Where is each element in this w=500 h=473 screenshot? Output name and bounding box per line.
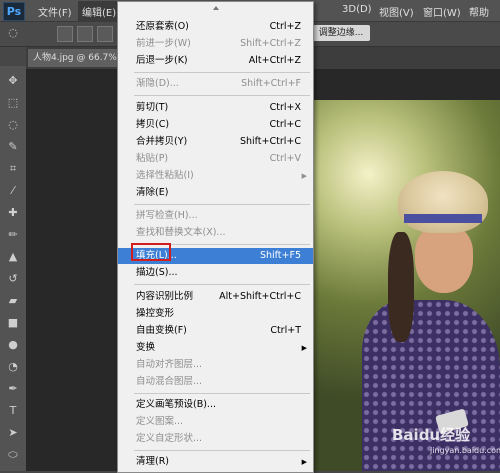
photoshop-logo: Ps: [3, 2, 25, 21]
add-to-selection-icon[interactable]: [77, 26, 93, 42]
pen-tool-icon[interactable]: ✒: [6, 382, 20, 396]
annotation-highlight-box: [131, 243, 171, 261]
menu-separator: [134, 204, 310, 205]
menu-item-stroke[interactable]: 描边(S)...: [118, 265, 313, 281]
menu-item-copy-merged[interactable]: 合并拷贝(Y) Shift+Ctrl+C: [118, 134, 313, 150]
crop-tool-icon[interactable]: ⌗: [6, 162, 20, 176]
menu-item-transform[interactable]: 变换 ▶: [118, 340, 313, 356]
history-brush-icon[interactable]: ↺: [6, 272, 20, 286]
menu-item-find-replace[interactable]: 查找和替换文本(X)...: [118, 225, 313, 241]
menu-window[interactable]: 窗口(W): [423, 4, 461, 19]
menu-item-step-backward[interactable]: 后退一步(K) Alt+Ctrl+Z: [118, 53, 313, 69]
menu-help[interactable]: 帮助: [469, 4, 489, 19]
eraser-icon[interactable]: ▰: [6, 294, 20, 308]
menu-item-step-forward[interactable]: 前进一步(W) Shift+Ctrl+Z: [118, 36, 313, 52]
menu-separator: [134, 95, 310, 96]
scroll-up-icon[interactable]: [213, 6, 219, 10]
photo-hat: [398, 171, 488, 233]
healing-brush-icon[interactable]: ✚: [6, 206, 20, 220]
watermark-text: Baidu经验: [392, 426, 471, 444]
menu-item-puppet-warp[interactable]: 操控变形: [118, 306, 313, 322]
menu-item-paste[interactable]: 粘贴(P) Ctrl+V: [118, 151, 313, 167]
menu-separator: [134, 72, 310, 73]
submenu-arrow-icon: ▶: [301, 458, 307, 466]
move-tool-icon[interactable]: ✥: [6, 74, 20, 88]
shape-tool-icon[interactable]: ⬭: [6, 448, 20, 462]
type-tool-icon[interactable]: T: [6, 404, 20, 418]
quick-selection-icon[interactable]: ✎: [6, 140, 20, 154]
subtract-selection-icon[interactable]: [97, 26, 113, 42]
path-selection-icon[interactable]: ➤: [6, 426, 20, 440]
brush-tool-icon[interactable]: ✏: [6, 228, 20, 242]
menu-item-undo-lasso[interactable]: 还原套索(O) Ctrl+Z: [118, 19, 313, 35]
menu-item-define-pattern[interactable]: 定义图案...: [118, 414, 313, 430]
menu-view[interactable]: 视图(V): [379, 4, 414, 19]
menu-item-content-aware-scale[interactable]: 内容识别比例 Alt+Shift+Ctrl+C: [118, 289, 313, 305]
menu-separator: [134, 284, 310, 285]
watermark-url: jingyan.baidu.com: [430, 446, 500, 455]
menu-item-purge[interactable]: 清理(R) ▶: [118, 454, 313, 470]
clone-stamp-icon[interactable]: ▲: [6, 250, 20, 264]
photo-face: [415, 225, 473, 293]
submenu-arrow-icon: ▶: [301, 172, 307, 180]
refine-edge-button[interactable]: 调整边缘...: [312, 25, 370, 41]
menu-item-clear[interactable]: 清除(E): [118, 185, 313, 201]
menu-item-copy[interactable]: 拷贝(C) Ctrl+C: [118, 117, 313, 133]
submenu-arrow-icon: ▶: [301, 344, 307, 352]
photo-hair: [388, 232, 414, 342]
menu-separator: [134, 450, 310, 451]
menu-file[interactable]: 文件(F): [38, 4, 72, 19]
menu-item-define-brush[interactable]: 定义画笔预设(B)...: [118, 397, 313, 413]
new-selection-icon[interactable]: [57, 26, 73, 42]
menu-item-cut[interactable]: 剪切(T) Ctrl+X: [118, 100, 313, 116]
menu-separator: [134, 393, 310, 394]
blur-tool-icon[interactable]: ●: [6, 338, 20, 352]
marquee-tool-icon[interactable]: ⬚: [6, 96, 20, 110]
dodge-tool-icon[interactable]: ◔: [6, 360, 20, 374]
document-tab[interactable]: 人物4.jpg @ 66.7%: [28, 49, 128, 67]
eyedropper-icon[interactable]: ⁄: [6, 184, 20, 198]
gradient-tool-icon[interactable]: ■: [6, 316, 20, 330]
lasso-tool-icon[interactable]: ◌: [6, 118, 20, 132]
menu-item-paste-special[interactable]: 选择性粘贴(I) ▶: [118, 168, 313, 184]
menu-item-define-custom-shape[interactable]: 定义自定形状...: [118, 431, 313, 447]
menu-item-spell-check[interactable]: 拼写检查(H)...: [118, 208, 313, 224]
tools-panel: ✥ ⬚ ◌ ✎ ⌗ ⁄ ✚ ✏ ▲ ↺ ▰ ■ ● ◔ ✒ T ➤ ⬭: [0, 66, 27, 471]
menu-item-free-transform[interactable]: 自由变换(F) Ctrl+T: [118, 323, 313, 339]
photo-hatband: [404, 214, 482, 223]
menu-edit[interactable]: 编辑(E): [78, 1, 121, 22]
menu-item-auto-align-layers[interactable]: 自动对齐图层...: [118, 357, 313, 373]
menu-3d[interactable]: 3D(D): [342, 4, 372, 15]
edit-menu-dropdown: 还原套索(O) Ctrl+Z 前进一步(W) Shift+Ctrl+Z 后退一步(K…: [117, 1, 314, 473]
menu-item-auto-blend-layers[interactable]: 自动混合图层...: [118, 374, 313, 390]
lasso-tool-preset-icon[interactable]: ◌: [6, 26, 20, 40]
menu-item-fade[interactable]: 渐隐(D)... Shift+Ctrl+F: [118, 76, 313, 92]
